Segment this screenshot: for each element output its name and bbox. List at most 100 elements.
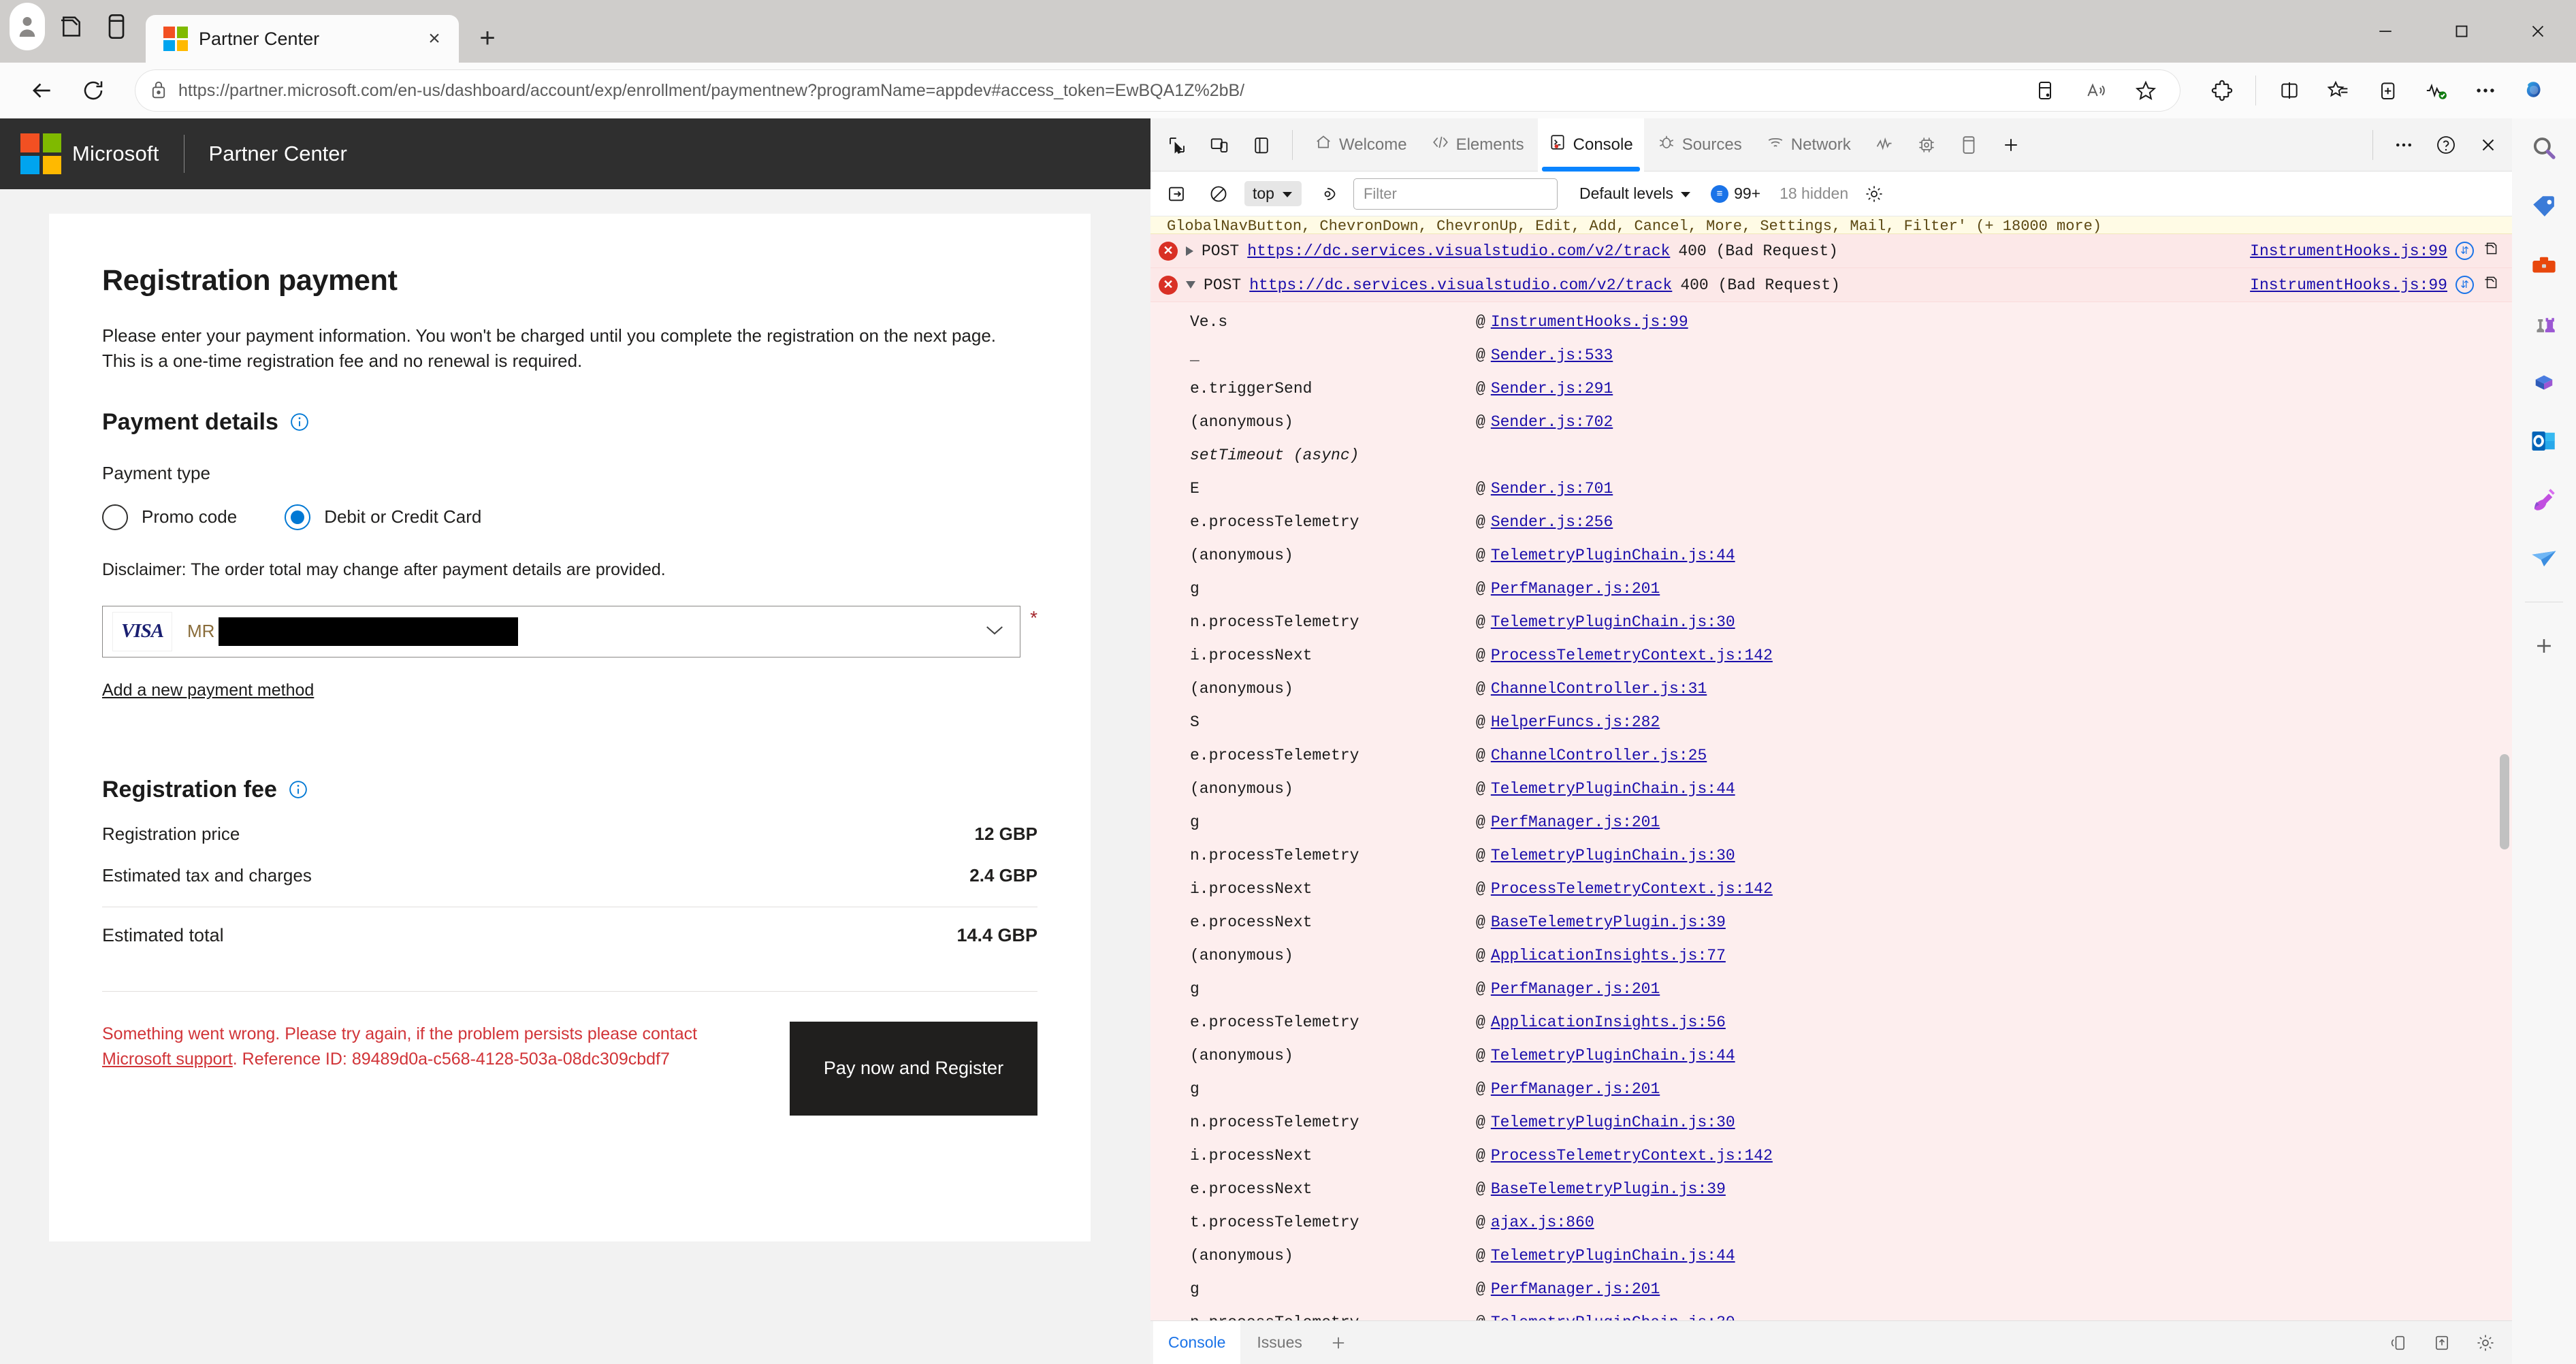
devtools-tab-network[interactable]: Network <box>1756 118 1862 172</box>
pay-now-and-register-button[interactable]: Pay now and Register <box>790 1021 1037 1116</box>
sidebar-search-icon[interactable] <box>2524 128 2564 169</box>
stack-frame-source-link[interactable]: Sender.js:702 <box>1491 413 1613 431</box>
drawer-device-icon[interactable] <box>2379 1323 2418 1363</box>
devtools-tab-elements[interactable]: Elements <box>1421 118 1535 172</box>
add-to-collection-icon[interactable] <box>2365 68 2410 113</box>
stack-frame-source-link[interactable]: ProcessTelemetryContext.js:142 <box>1491 880 1773 898</box>
stack-frame-source-link[interactable]: PerfManager.js:201 <box>1491 813 1660 831</box>
network-toggle-icon[interactable]: ⇵ <box>2456 242 2474 260</box>
drawer-upload-icon[interactable] <box>2422 1323 2462 1363</box>
stack-frame-source-link[interactable]: TelemetryPluginChain.js:44 <box>1491 547 1735 564</box>
stack-frame-source-link[interactable]: Sender.js:291 <box>1491 380 1613 397</box>
console-settings-gear-icon[interactable] <box>1858 178 1890 210</box>
copy-stack-icon[interactable] <box>2482 240 2500 262</box>
copilot-icon[interactable] <box>2512 68 2557 113</box>
stack-frame-source-link[interactable]: TelemetryPluginChain.js:44 <box>1491 1047 1735 1065</box>
new-tab-button[interactable]: + <box>468 19 506 57</box>
collections-icon[interactable] <box>2316 68 2361 113</box>
stack-frame-source-link[interactable]: ProcessTelemetryContext.js:142 <box>1491 647 1773 664</box>
info-icon[interactable] <box>289 412 310 432</box>
stack-frame-source-link[interactable]: TelemetryPluginChain.js:30 <box>1491 613 1735 631</box>
reload-button-icon[interactable] <box>71 68 116 113</box>
source-location-link[interactable]: InstrumentHooks.js:99 <box>2250 276 2447 294</box>
devtools-overflow-icon[interactable] <box>2384 125 2424 165</box>
drawer-settings-icon[interactable] <box>2466 1323 2505 1363</box>
stack-frame-source-link[interactable]: Sender.js:701 <box>1491 480 1613 498</box>
sidebar-games-icon[interactable] <box>2524 304 2564 344</box>
settings-more-icon[interactable] <box>2463 68 2508 113</box>
sidebar-add-icon[interactable] <box>2524 626 2564 666</box>
radio-promo-code-dot[interactable] <box>102 504 128 530</box>
sidebar-m365-copilot-icon[interactable] <box>2524 362 2564 403</box>
console-sidebar-toggle-icon[interactable] <box>1160 178 1193 210</box>
console-scrollbar-thumb[interactable] <box>2500 754 2509 849</box>
address-bar[interactable]: https://partner.microsoft.com/en-us/dash… <box>135 69 2180 112</box>
microsoft-support-link[interactable]: Microsoft support <box>102 1050 233 1069</box>
devtools-help-icon[interactable] <box>2426 125 2466 165</box>
collapse-arrow-icon[interactable] <box>1186 281 1195 289</box>
stack-frame-source-link[interactable]: TelemetryPluginChain.js:44 <box>1491 780 1735 798</box>
performance-insights-icon[interactable] <box>1865 125 1904 165</box>
devtools-tab-sources[interactable]: Sources <box>1647 118 1753 172</box>
extensions-icon[interactable] <box>2200 68 2244 113</box>
stack-frame-source-link[interactable]: TelemetryPluginChain.js:44 <box>1491 1247 1735 1265</box>
inspect-element-icon[interactable] <box>1157 125 1197 165</box>
read-aloud-icon[interactable] <box>2076 71 2115 110</box>
favorite-star-icon[interactable] <box>2126 71 2166 110</box>
browser-tab-partner-center[interactable]: Partner Center × <box>146 15 459 63</box>
console-log-levels-selector[interactable]: Default levels <box>1579 184 1692 203</box>
dock-side-icon[interactable] <box>1242 125 1281 165</box>
stack-frame-source-link[interactable]: PerfManager.js:201 <box>1491 580 1660 598</box>
source-location-link[interactable]: InstrumentHooks.js:99 <box>2250 242 2447 260</box>
payment-method-select[interactable]: VISA MR <box>102 605 1021 657</box>
radio-promo-code[interactable]: Promo code <box>102 504 237 530</box>
console-scrollbar[interactable] <box>2500 216 2509 1320</box>
clear-console-icon[interactable] <box>1202 178 1235 210</box>
back-button-icon[interactable] <box>19 68 64 113</box>
sidebar-designer-icon[interactable] <box>2524 479 2564 520</box>
stack-frame-source-link[interactable]: ajax.js:860 <box>1491 1214 1594 1231</box>
close-window-button[interactable] <box>2500 0 2576 63</box>
console-filter-input[interactable]: Filter <box>1353 178 1558 210</box>
stack-frame-source-link[interactable]: TelemetryPluginChain.js:30 <box>1491 1114 1735 1131</box>
maximize-button[interactable] <box>2424 0 2500 63</box>
memory-panel-icon[interactable] <box>1949 125 1989 165</box>
expand-arrow-icon[interactable] <box>1186 246 1193 256</box>
add-payment-method-link[interactable]: Add a new payment method <box>102 681 314 700</box>
stack-frame-source-link[interactable]: ChannelController.js:25 <box>1491 747 1707 764</box>
console-context-selector[interactable]: top <box>1244 181 1302 206</box>
sidebar-outlook-icon[interactable] <box>2524 421 2564 461</box>
console-output[interactable]: GlobalNavButton, ChevronDown, ChevronUp,… <box>1150 216 2512 1320</box>
device-toolbar-icon[interactable] <box>1200 125 1239 165</box>
tab-close-icon[interactable]: × <box>421 25 448 52</box>
stack-frame-source-link[interactable]: PerfManager.js:201 <box>1491 1280 1660 1298</box>
chevron-down-icon[interactable] <box>984 621 1005 642</box>
minimize-button[interactable] <box>2347 0 2424 63</box>
stack-frame-source-link[interactable]: ChannelController.js:31 <box>1491 680 1707 698</box>
console-warning-row[interactable]: GlobalNavButton, ChevronDown, ChevronUp,… <box>1150 216 2512 234</box>
stack-frame-source-link[interactable]: BaseTelemetryPlugin.js:39 <box>1491 1180 1726 1198</box>
stack-frame-source-link[interactable]: ApplicationInsights.js:56 <box>1491 1013 1726 1031</box>
drawer-add-tab-icon[interactable] <box>1319 1323 1358 1363</box>
console-error-row-1[interactable]: ✕ POST https://dc.services.visualstudio.… <box>1150 234 2512 268</box>
request-url-link[interactable]: https://dc.services.visualstudio.com/v2/… <box>1247 242 1670 260</box>
console-error-row-2[interactable]: ✕ POST https://dc.services.visualstudio.… <box>1150 268 2512 302</box>
stack-frame-source-link[interactable]: InstrumentHooks.js:99 <box>1491 313 1688 331</box>
tab-search-icon[interactable] <box>53 8 90 45</box>
stack-frame-source-link[interactable]: PerfManager.js:201 <box>1491 1080 1660 1098</box>
stack-frame-source-link[interactable]: HelperFuncs.js:282 <box>1491 713 1660 731</box>
devtools-close-icon[interactable] <box>2468 125 2508 165</box>
devtools-tab-console[interactable]: Console <box>1537 118 1644 172</box>
stack-frame-source-link[interactable]: ApplicationInsights.js:77 <box>1491 947 1726 964</box>
stack-frame-source-link[interactable]: ProcessTelemetryContext.js:142 <box>1491 1147 1773 1165</box>
radio-debit-credit-card-dot[interactable] <box>285 504 311 530</box>
more-panels-add-icon[interactable] <box>1991 125 2031 165</box>
request-url-link[interactable]: https://dc.services.visualstudio.com/v2/… <box>1249 276 1672 294</box>
stack-frame-source-link[interactable]: TelemetryPluginChain.js:30 <box>1491 847 1735 864</box>
stack-frame-source-link[interactable]: PerfManager.js:201 <box>1491 980 1660 998</box>
split-screen-toolbar-icon[interactable] <box>2267 68 2312 113</box>
copy-stack-icon[interactable] <box>2482 274 2500 296</box>
info-icon-fee[interactable] <box>288 779 308 800</box>
radio-debit-credit-card[interactable]: Debit or Credit Card <box>285 504 481 530</box>
stack-frame-source-link[interactable]: BaseTelemetryPlugin.js:39 <box>1491 913 1726 931</box>
